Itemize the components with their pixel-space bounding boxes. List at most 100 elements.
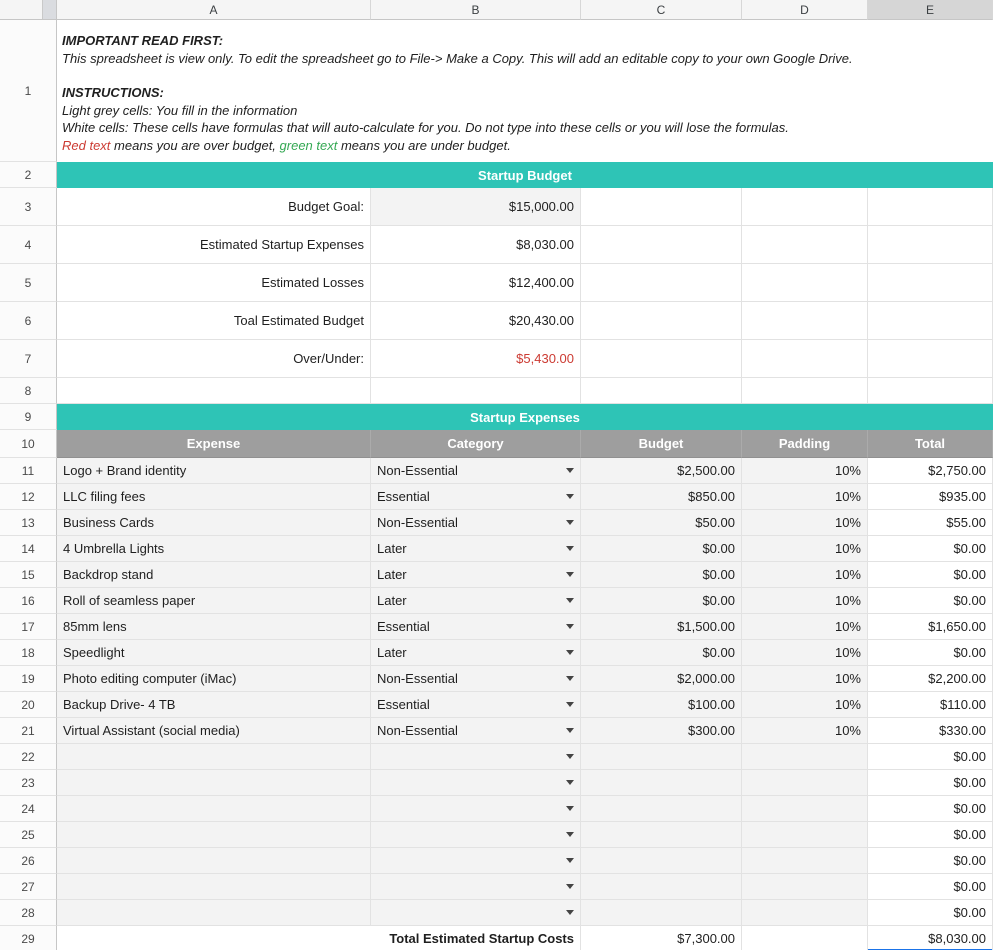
expense-budget-cell[interactable]: $2,000.00 — [581, 666, 742, 692]
expense-total-cell[interactable]: $2,750.00 — [868, 458, 993, 484]
empty-cell[interactable] — [742, 926, 868, 950]
dropdown-arrow-icon[interactable] — [566, 468, 574, 473]
expense-total-cell[interactable]: $0.00 — [868, 874, 993, 900]
empty-cell[interactable] — [868, 264, 993, 302]
expense-name-cell[interactable] — [57, 848, 371, 874]
expense-total-cell[interactable]: $110.00 — [868, 692, 993, 718]
empty-cell[interactable] — [868, 340, 993, 378]
total-budget-cell[interactable]: $7,300.00 — [581, 926, 742, 950]
total-total-cell[interactable]: $8,030.00 — [868, 926, 993, 950]
row-number[interactable]: 28 — [0, 900, 57, 926]
estimated-losses-value-cell[interactable]: $12,400.00 — [371, 264, 581, 302]
expense-padding-cell[interactable]: 10% — [742, 510, 868, 536]
column-header-b[interactable]: B — [371, 0, 581, 20]
row-number[interactable]: 15 — [0, 562, 57, 588]
expense-name-cell[interactable]: 4 Umbrella Lights — [57, 536, 371, 562]
expense-padding-cell[interactable] — [742, 848, 868, 874]
row-number[interactable]: 4 — [0, 226, 57, 264]
expense-total-cell[interactable]: $0.00 — [868, 822, 993, 848]
expense-name-cell[interactable]: 85mm lens — [57, 614, 371, 640]
estimated-expenses-value-cell[interactable]: $8,030.00 — [371, 226, 581, 264]
total-header-cell[interactable]: Total — [868, 430, 993, 458]
expense-budget-cell[interactable]: $0.00 — [581, 536, 742, 562]
empty-cell[interactable] — [868, 378, 993, 404]
dropdown-arrow-icon[interactable] — [566, 780, 574, 785]
expense-name-cell[interactable]: Roll of seamless paper — [57, 588, 371, 614]
over-under-value-cell[interactable]: $5,430.00 — [371, 340, 581, 378]
empty-cell[interactable] — [581, 302, 742, 340]
expense-total-cell[interactable]: $0.00 — [868, 900, 993, 926]
dropdown-arrow-icon[interactable] — [566, 884, 574, 889]
expense-header-cell[interactable]: Expense — [57, 430, 371, 458]
expense-total-cell[interactable]: $0.00 — [868, 744, 993, 770]
row-number[interactable]: 3 — [0, 188, 57, 226]
expense-padding-cell[interactable] — [742, 770, 868, 796]
column-header-a[interactable]: A — [57, 0, 371, 20]
expense-padding-cell[interactable] — [742, 796, 868, 822]
startup-budget-banner[interactable]: Startup Budget — [57, 162, 993, 188]
expense-name-cell[interactable]: Virtual Assistant (social media) — [57, 718, 371, 744]
dropdown-arrow-icon[interactable] — [566, 806, 574, 811]
over-under-label-cell[interactable]: Over/Under: — [57, 340, 371, 378]
expense-category-cell[interactable] — [371, 848, 581, 874]
expense-name-cell[interactable] — [57, 874, 371, 900]
row-number[interactable]: 18 — [0, 640, 57, 666]
expense-budget-cell[interactable]: $2,500.00 — [581, 458, 742, 484]
category-header-cell[interactable]: Category — [371, 430, 581, 458]
instructions-cell[interactable]: IMPORTANT READ FIRST: This spreadsheet i… — [57, 20, 993, 162]
dropdown-arrow-icon[interactable] — [566, 702, 574, 707]
expense-category-cell[interactable]: Later — [371, 640, 581, 666]
row-number[interactable]: 1 — [0, 20, 57, 162]
expense-padding-cell[interactable]: 10% — [742, 562, 868, 588]
expense-name-cell[interactable]: Speedlight — [57, 640, 371, 666]
expense-category-cell[interactable] — [371, 770, 581, 796]
expense-padding-cell[interactable]: 10% — [742, 536, 868, 562]
expense-name-cell[interactable] — [57, 822, 371, 848]
empty-cell[interactable] — [742, 264, 868, 302]
dropdown-arrow-icon[interactable] — [566, 572, 574, 577]
row-number[interactable]: 23 — [0, 770, 57, 796]
empty-cell[interactable] — [371, 378, 581, 404]
dropdown-arrow-icon[interactable] — [566, 650, 574, 655]
expense-category-cell[interactable] — [371, 900, 581, 926]
dropdown-arrow-icon[interactable] — [566, 624, 574, 629]
expense-budget-cell[interactable] — [581, 744, 742, 770]
expense-category-cell[interactable]: Later — [371, 588, 581, 614]
budget-goal-value-cell[interactable]: $15,000.00 — [371, 188, 581, 226]
expense-total-cell[interactable]: $0.00 — [868, 848, 993, 874]
empty-cell[interactable] — [742, 340, 868, 378]
expense-total-cell[interactable]: $0.00 — [868, 562, 993, 588]
expense-budget-cell[interactable]: $0.00 — [581, 640, 742, 666]
row-number[interactable]: 7 — [0, 340, 57, 378]
expense-padding-cell[interactable]: 10% — [742, 588, 868, 614]
expense-padding-cell[interactable]: 10% — [742, 666, 868, 692]
expense-budget-cell[interactable] — [581, 796, 742, 822]
expense-budget-cell[interactable]: $0.00 — [581, 588, 742, 614]
expense-padding-cell[interactable] — [742, 900, 868, 926]
expense-padding-cell[interactable]: 10% — [742, 640, 868, 666]
expense-padding-cell[interactable] — [742, 874, 868, 900]
expense-name-cell[interactable]: LLC filing fees — [57, 484, 371, 510]
expense-category-cell[interactable] — [371, 874, 581, 900]
expense-total-cell[interactable]: $0.00 — [868, 640, 993, 666]
dropdown-arrow-icon[interactable] — [566, 910, 574, 915]
expense-name-cell[interactable]: Logo + Brand identity — [57, 458, 371, 484]
expense-name-cell[interactable] — [57, 770, 371, 796]
empty-cell[interactable] — [581, 188, 742, 226]
empty-cell[interactable] — [742, 378, 868, 404]
empty-cell[interactable] — [581, 226, 742, 264]
expense-budget-cell[interactable] — [581, 900, 742, 926]
row-number[interactable]: 24 — [0, 796, 57, 822]
empty-cell[interactable] — [57, 378, 371, 404]
expense-budget-cell[interactable]: $50.00 — [581, 510, 742, 536]
expense-category-cell[interactable]: Later — [371, 562, 581, 588]
row-number[interactable]: 6 — [0, 302, 57, 340]
estimated-expenses-label-cell[interactable]: Estimated Startup Expenses — [57, 226, 371, 264]
expense-padding-cell[interactable]: 10% — [742, 614, 868, 640]
select-all-corner[interactable] — [0, 0, 57, 20]
expense-name-cell[interactable]: Backup Drive- 4 TB — [57, 692, 371, 718]
expense-category-cell[interactable]: Later — [371, 536, 581, 562]
estimated-losses-label-cell[interactable]: Estimated Losses — [57, 264, 371, 302]
expense-name-cell[interactable]: Photo editing computer (iMac) — [57, 666, 371, 692]
row-number[interactable]: 11 — [0, 458, 57, 484]
